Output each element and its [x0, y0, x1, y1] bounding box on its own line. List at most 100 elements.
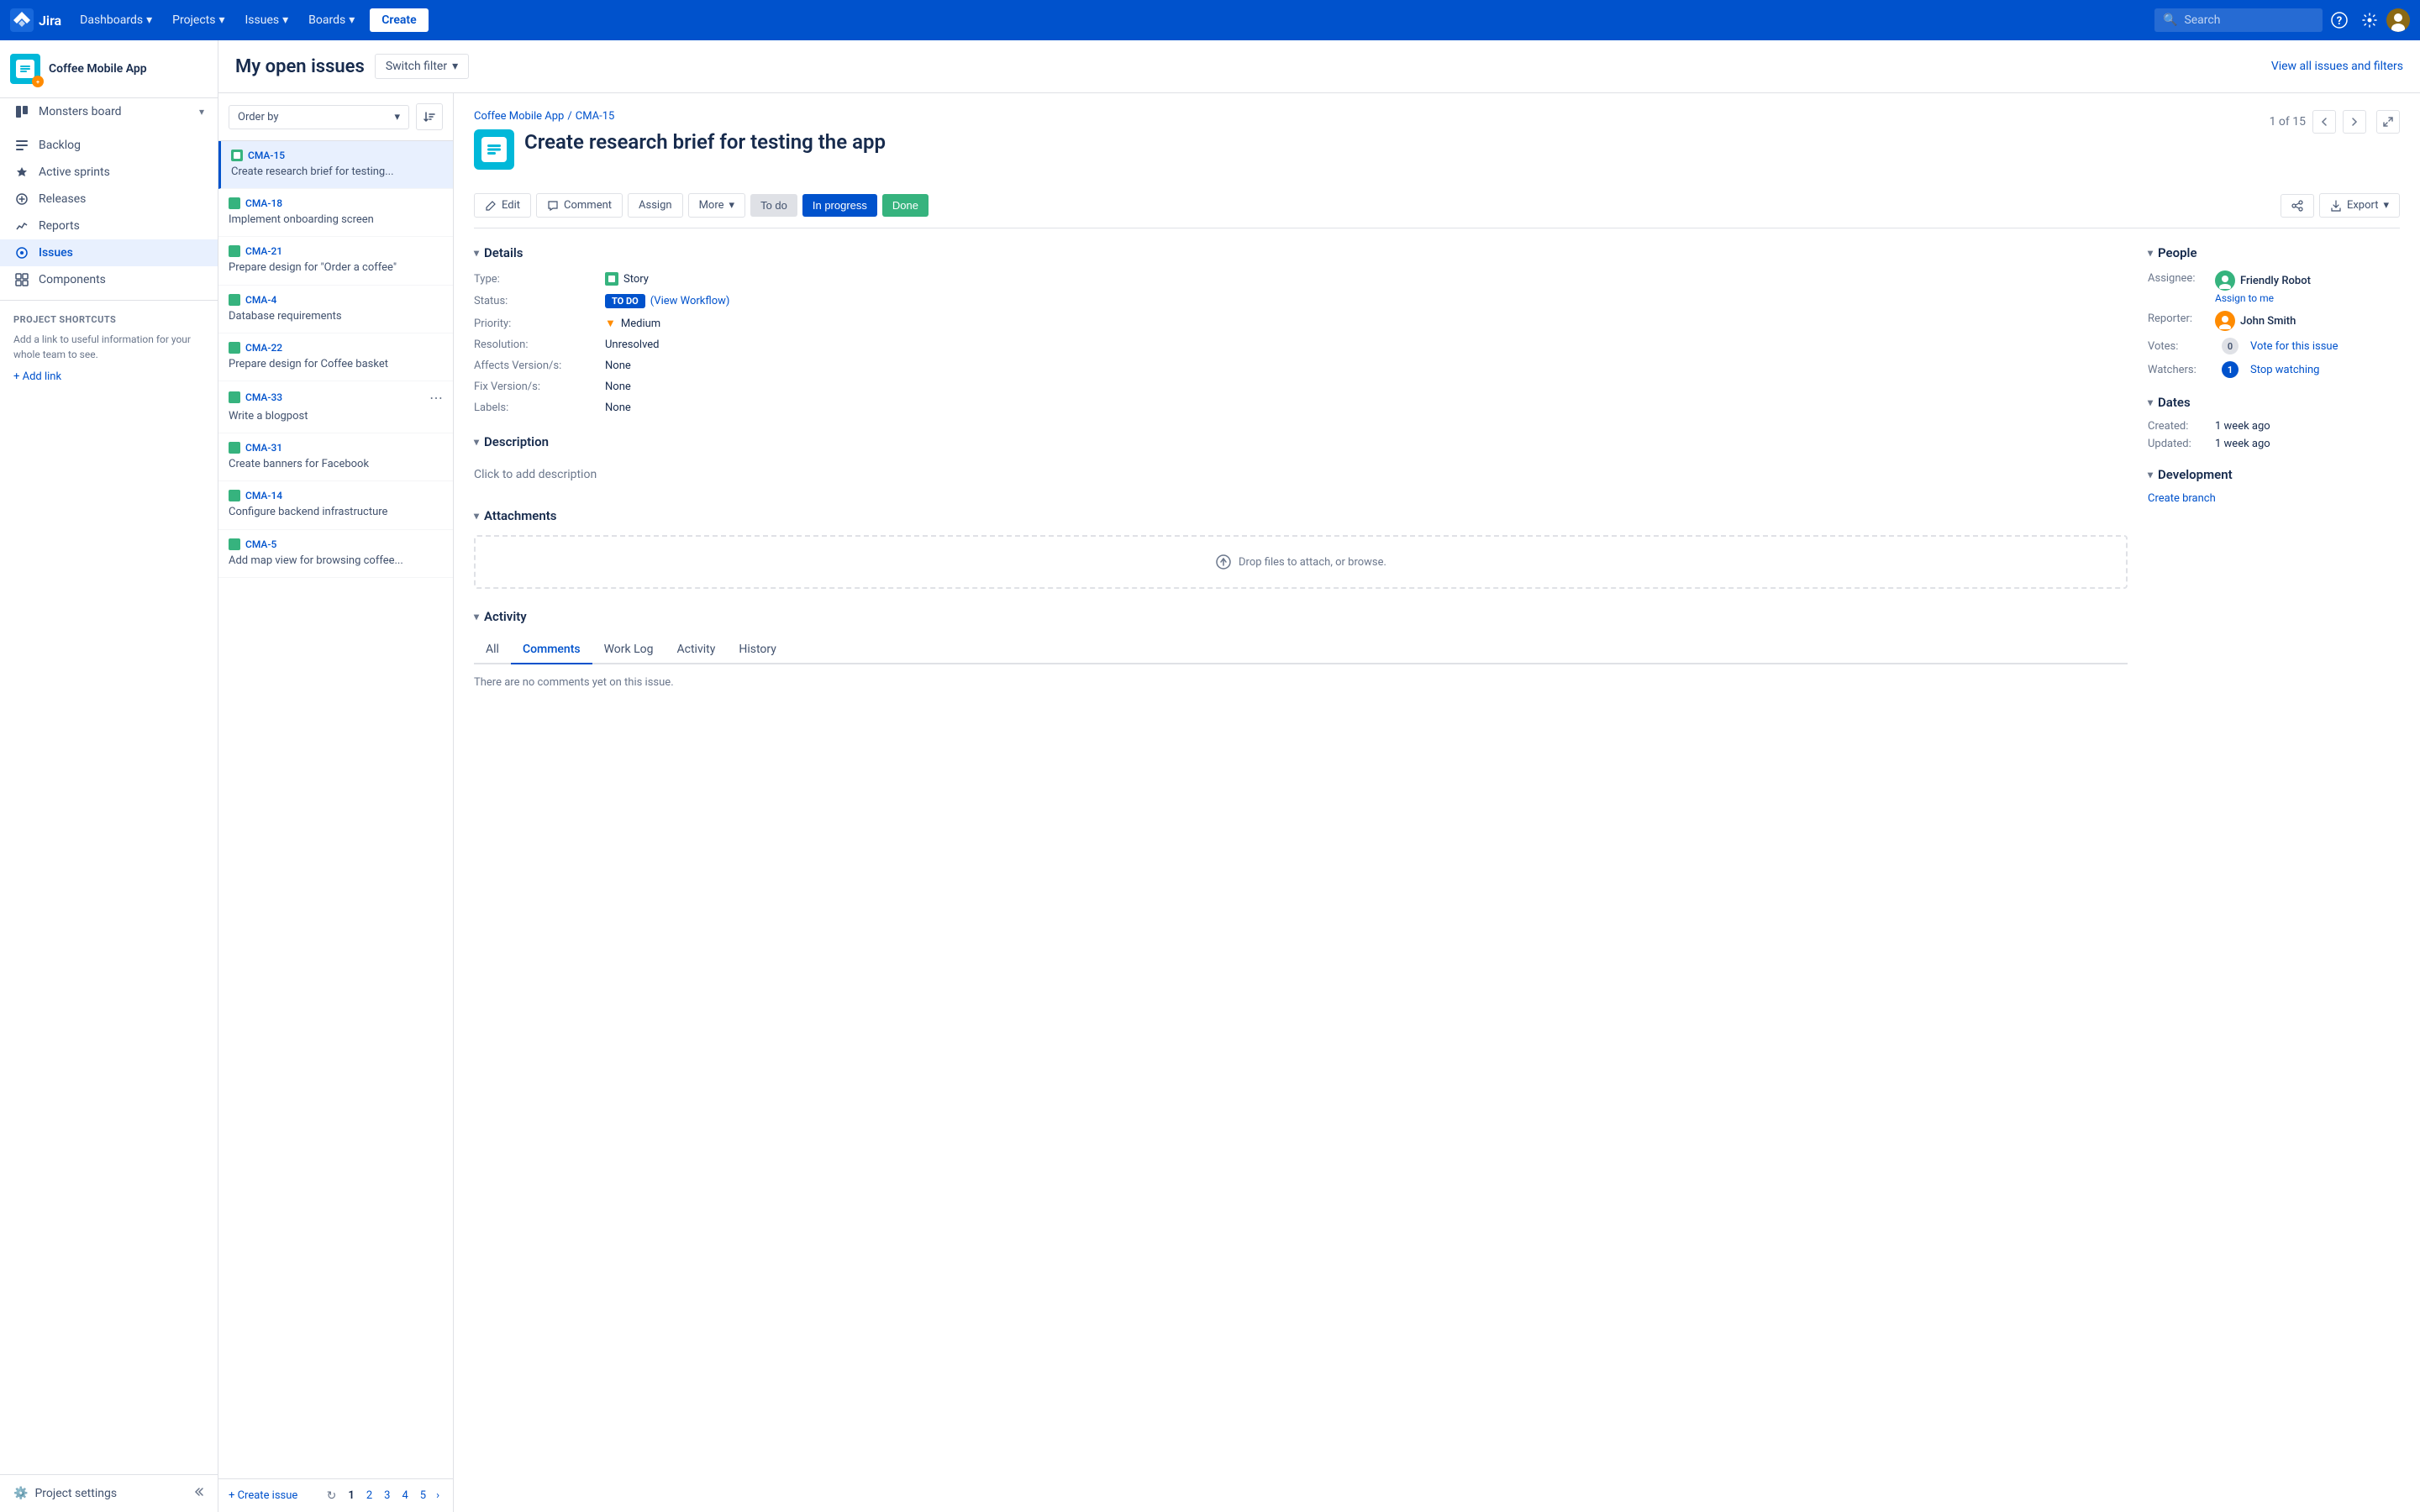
- people-section-header[interactable]: ▾ People: [2148, 245, 2400, 260]
- in-progress-status-button[interactable]: In progress: [802, 194, 877, 217]
- details-section: ▾ Type: Details Type: Story: [474, 245, 2128, 414]
- user-avatar[interactable]: [2386, 8, 2410, 32]
- settings-icon[interactable]: [2356, 7, 2383, 34]
- order-by-select[interactable]: Order by ▾: [229, 105, 409, 129]
- collapse-sidebar-button[interactable]: [191, 1485, 204, 1502]
- next-issue-button[interactable]: [2343, 110, 2366, 134]
- create-branch-link[interactable]: Create branch: [2148, 492, 2400, 505]
- issue-id-cma18[interactable]: CMA-18: [245, 197, 282, 209]
- jira-logo[interactable]: Jira: [10, 8, 61, 32]
- page-4[interactable]: 4: [397, 1488, 413, 1504]
- view-all-issues-link[interactable]: View all issues and filters: [2271, 60, 2403, 73]
- issue-item-cma-4[interactable]: CMA-4 Database requirements: [218, 286, 453, 333]
- votes-count: 0: [2222, 338, 2238, 354]
- attachments-drop-zone[interactable]: Drop files to attach, or browse.: [474, 535, 2128, 589]
- issue-item-cma-5[interactable]: CMA-5 Add map view for browsing coffee..…: [218, 530, 453, 578]
- boards-menu[interactable]: Boards ▾: [300, 8, 363, 32]
- projects-menu[interactable]: Projects ▾: [164, 8, 233, 32]
- sidebar-item-components[interactable]: Components: [0, 266, 218, 293]
- export-button[interactable]: Export ▾: [2319, 193, 2400, 218]
- shortcuts-description: Add a link to useful information for you…: [13, 332, 204, 362]
- sidebar-item-releases[interactable]: Releases: [0, 186, 218, 213]
- dates-section-header[interactable]: ▾ Dates: [2148, 395, 2400, 410]
- issue-item-cma-15[interactable]: CMA-15 Create research brief for testing…: [218, 141, 453, 189]
- vote-for-issue-link[interactable]: Vote for this issue: [2250, 340, 2338, 353]
- edit-button[interactable]: Edit: [474, 193, 531, 218]
- issue-item-cma-21[interactable]: CMA-21 Prepare design for "Order a coffe…: [218, 237, 453, 285]
- description-section-header[interactable]: ▾ Description: [474, 434, 2128, 449]
- activity-tab-activity[interactable]: Activity: [666, 636, 728, 664]
- issue-item-cma-18[interactable]: CMA-18 Implement onboarding screen: [218, 189, 453, 237]
- resolution-label: Resolution:: [474, 339, 592, 351]
- view-workflow-link[interactable]: (View Workflow): [650, 295, 730, 307]
- sidebar-item-backlog[interactable]: Backlog: [0, 132, 218, 159]
- issue-item-cma-22[interactable]: CMA-22 Prepare design for Coffee basket: [218, 333, 453, 381]
- reporter-name: John Smith: [2240, 315, 2296, 328]
- page-3[interactable]: 3: [379, 1488, 395, 1504]
- issue-id-cma4[interactable]: CMA-4: [245, 294, 276, 306]
- issue-id-cma31[interactable]: CMA-31: [245, 442, 282, 454]
- activity-section-header[interactable]: ▾ Activity: [474, 609, 2128, 624]
- sidebar: + Coffee Mobile App Monsters board ▾ Bac…: [0, 40, 218, 1512]
- refresh-button[interactable]: ↻: [327, 1489, 337, 1503]
- issue-id-cma5[interactable]: CMA-5: [245, 538, 276, 550]
- issue-id-cma21[interactable]: CMA-21: [245, 245, 282, 257]
- activity-tab-history[interactable]: History: [727, 636, 788, 664]
- issue-id-cma33[interactable]: CMA-33: [245, 391, 282, 403]
- page-1[interactable]: 1: [343, 1488, 359, 1504]
- issue-id-cma14[interactable]: CMA-14: [245, 490, 282, 501]
- more-button[interactable]: More ▾: [688, 193, 745, 218]
- todo-status-button[interactable]: To do: [750, 194, 797, 217]
- expand-issue-button[interactable]: [2376, 110, 2400, 134]
- issue-id-cma22[interactable]: CMA-22: [245, 342, 282, 354]
- breadcrumb-project-link[interactable]: Coffee Mobile App: [474, 110, 564, 123]
- activity-tab-all[interactable]: All: [474, 636, 511, 664]
- issue-item-cma-31[interactable]: CMA-31 Create banners for Facebook: [218, 433, 453, 481]
- description-placeholder[interactable]: Click to add description: [474, 461, 2128, 488]
- issue-project-icon: [474, 129, 514, 170]
- sidebar-item-issues[interactable]: Issues: [0, 239, 218, 266]
- details-chevron-icon: ▾: [474, 247, 479, 259]
- attachments-section-header[interactable]: ▾ Attachments: [474, 508, 2128, 523]
- next-page-button[interactable]: ›: [433, 1488, 443, 1504]
- activity-tab-worklog[interactable]: Work Log: [592, 636, 666, 664]
- sidebar-item-active-sprints[interactable]: Active sprints: [0, 159, 218, 186]
- stop-watching-link[interactable]: Stop watching: [2250, 364, 2319, 376]
- activity-tab-comments[interactable]: Comments: [511, 636, 592, 664]
- project-settings-link[interactable]: ⚙️ Project settings: [13, 1487, 117, 1500]
- create-button[interactable]: Create: [370, 8, 428, 32]
- dashboards-menu[interactable]: Dashboards ▾: [71, 8, 160, 32]
- prev-issue-button[interactable]: [2312, 110, 2336, 134]
- affects-label: Affects Version/s:: [474, 360, 592, 372]
- comment-button[interactable]: Comment: [536, 193, 623, 218]
- create-issue-button[interactable]: + Create issue: [229, 1489, 297, 1502]
- page-5[interactable]: 5: [415, 1488, 431, 1504]
- issues-menu[interactable]: Issues ▾: [237, 8, 297, 32]
- sidebar-item-board[interactable]: Monsters board ▾: [0, 98, 218, 125]
- assign-to-me-link[interactable]: Assign to me: [2215, 292, 2311, 304]
- description-chevron-icon: ▾: [474, 436, 479, 448]
- assign-button[interactable]: Assign: [628, 193, 683, 218]
- sort-direction-button[interactable]: [416, 103, 443, 130]
- details-section-header[interactable]: ▾ Type: Details: [474, 245, 2128, 260]
- reporter-label: Reporter:: [2148, 311, 2215, 325]
- help-icon[interactable]: ?: [2326, 7, 2353, 34]
- issue-item-cma-33[interactable]: CMA-33 ⋯ Write a blogpost: [218, 381, 453, 433]
- search-bar[interactable]: 🔍 Search: [2154, 8, 2323, 32]
- page-2[interactable]: 2: [361, 1488, 377, 1504]
- project-header[interactable]: + Coffee Mobile App: [0, 40, 218, 98]
- story-type-icon: [605, 272, 618, 286]
- development-section-header[interactable]: ▾ Development: [2148, 467, 2400, 482]
- breadcrumb-issue-link[interactable]: CMA-15: [576, 110, 615, 123]
- done-status-button[interactable]: Done: [882, 194, 929, 217]
- created-value: 1 week ago: [2215, 420, 2270, 433]
- issue-item-cma-14[interactable]: CMA-14 Configure backend infrastructure: [218, 481, 453, 529]
- add-link-button[interactable]: + Add link: [13, 370, 204, 383]
- sidebar-item-reports[interactable]: Reports: [0, 213, 218, 239]
- switch-filter-button[interactable]: Switch filter ▾: [375, 54, 469, 79]
- issue-more-options[interactable]: ⋯: [429, 390, 443, 406]
- share-button[interactable]: [2281, 194, 2314, 218]
- issue-id-cma15[interactable]: CMA-15: [248, 150, 285, 161]
- reporter-row: Reporter: John Smith: [2148, 311, 2400, 331]
- updated-value: 1 week ago: [2215, 438, 2270, 450]
